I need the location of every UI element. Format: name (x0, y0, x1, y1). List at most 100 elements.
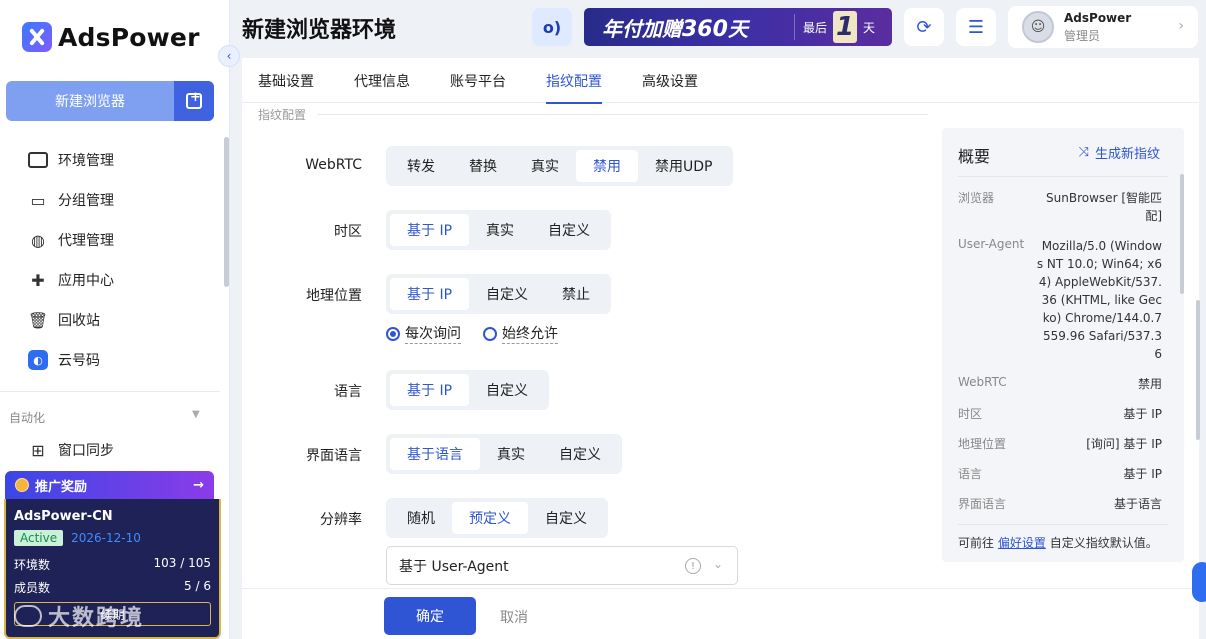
automation-section-label[interactable]: 自动化 (9, 409, 45, 426)
banner-main-num: 360 (682, 16, 728, 42)
info-icon[interactable]: ! (685, 558, 701, 574)
banner-main-prefix: 年付加赠 (602, 16, 682, 41)
geolocation-permission-radios: 每次询问 始终允许 (386, 323, 558, 344)
radio-checked-icon[interactable] (386, 326, 400, 341)
radio-ask-every-time[interactable]: 每次询问 (386, 323, 461, 344)
chevron-down-icon[interactable]: ▼ (192, 409, 200, 420)
sidebar-item-label: 分组管理 (58, 193, 114, 209)
sidebar-item-label: 窗口同步 (58, 443, 114, 459)
expiry-date: 2026-12-10 (71, 531, 141, 545)
sidebar-item-proxy[interactable]: ◍ 代理管理 (0, 220, 220, 260)
language-option-selected[interactable]: 基于 IP (390, 374, 470, 406)
overview-row: 界面语言 基于语言 (958, 495, 1162, 513)
timezone-option-selected[interactable]: 基于 IP (390, 214, 470, 246)
ui-language-option-selected[interactable]: 基于语言 (390, 438, 480, 470)
resolution-select[interactable]: 基于 User-Agent ! ⌄ (386, 546, 738, 585)
sync-refresh-icon[interactable]: ⟳ (904, 8, 944, 46)
tab-basic[interactable]: 基础设置 (258, 58, 314, 103)
webrtc-label: WebRTC (305, 157, 362, 173)
member-count-label: 成员数 (14, 581, 51, 595)
tab-account-platform[interactable]: 账号平台 (450, 58, 506, 103)
overview-key: 地理位置 (958, 437, 1007, 451)
radio-label: 始终允许 (502, 323, 558, 344)
new-browser-label[interactable]: 新建浏览器 (6, 81, 174, 121)
preferences-link[interactable]: 偏好设置 (998, 536, 1046, 550)
ui-language-option[interactable]: 自定义 (542, 438, 618, 470)
tab-proxy[interactable]: 代理信息 (354, 58, 410, 103)
overview-title: 概要 (958, 147, 991, 166)
o-app-icon[interactable]: o) (532, 8, 572, 46)
sidebar-item-sync[interactable]: ⊞ 窗口同步 (28, 438, 114, 462)
sidebar-item-label: 应用中心 (58, 273, 114, 289)
promo-header-banner[interactable]: 年付加赠360天 最后 1 天 (584, 8, 892, 46)
sidebar: AdsPower 新建浏览器 环境管理 ▭ 分组管理 ◍ 代理管理 ✚ 应用中心 🗑 回… (0, 0, 230, 639)
radio-label: 每次询问 (405, 323, 461, 344)
radio-always-allow[interactable]: 始终允许 (483, 323, 558, 344)
new-browser-button[interactable]: 新建浏览器 (6, 81, 214, 121)
geolocation-option[interactable]: 自定义 (469, 278, 545, 310)
app-window: AdsPower 新建浏览器 环境管理 ▭ 分组管理 ◍ 代理管理 ✚ 应用中心 🗑 回… (0, 0, 1206, 639)
ui-language-option[interactable]: 真实 (480, 438, 542, 470)
env-count-label: 环境数 (14, 558, 51, 572)
sidebar-scrollbar[interactable] (224, 137, 229, 287)
timezone-segmented: 基于 IP 真实 自定义 (386, 210, 612, 250)
resolution-segmented: 随机 预定义 自定义 (386, 498, 608, 538)
tab-fingerprint[interactable]: 指纹配置 (546, 58, 602, 104)
sidebar-item-cloud-number[interactable]: ◐ 云号码 (0, 340, 220, 380)
overview-row: 浏览器 SunBrowser [智能匹配] (958, 189, 1162, 225)
resolution-option[interactable]: 自定义 (528, 502, 604, 534)
resolution-label: 分辨率 (320, 512, 362, 528)
tab-bar: 基础设置 代理信息 账号平台 指纹配置 高级设置 (242, 58, 1199, 104)
sync-window-icon: ⊞ (31, 440, 45, 460)
cancel-button[interactable]: 取消 (500, 607, 528, 627)
sidebar-item-group[interactable]: ▭ 分组管理 (0, 180, 220, 220)
collapse-sidebar-icon[interactable]: ‹ (218, 45, 240, 67)
language-segmented: 基于 IP 自定义 (386, 370, 550, 410)
webrtc-option[interactable]: 替换 (452, 150, 514, 182)
webrtc-segmented: 转发 替换 真实 禁用 禁用UDP (386, 146, 734, 186)
radio-unchecked-icon[interactable] (483, 326, 497, 341)
list-menu-icon[interactable]: ☰ (956, 8, 996, 46)
shuffle-icon: ⤨ (1078, 145, 1089, 160)
overview-scrollbar[interactable] (1180, 174, 1184, 294)
webrtc-option[interactable]: 真实 (514, 150, 576, 182)
batch-add-icon[interactable] (174, 81, 214, 121)
cloud-number-icon: ◐ (28, 350, 48, 370)
footnote-suffix: 自定义指纹默认值。 (1049, 536, 1158, 550)
section-label: 指纹配置 (258, 108, 307, 122)
timezone-label: 时区 (334, 224, 362, 240)
puzzle-icon: ✚ (31, 270, 45, 290)
geolocation-option-selected[interactable]: 基于 IP (390, 278, 470, 310)
tab-advanced[interactable]: 高级设置 (642, 58, 698, 103)
language-option[interactable]: 自定义 (469, 374, 545, 406)
promo-banner[interactable]: 推广奖励 → (5, 471, 214, 499)
floating-helper-button[interactable] (1192, 562, 1206, 602)
resolution-option-selected[interactable]: 预定义 (452, 502, 528, 534)
folder-icon: ▭ (30, 190, 46, 210)
overview-value: 基于 IP (1123, 467, 1162, 481)
webrtc-option[interactable]: 禁用UDP (638, 150, 729, 182)
sidebar-item-apps[interactable]: ✚ 应用中心 (0, 260, 220, 300)
sidebar-item-trash[interactable]: 🗑 回收站 (0, 300, 220, 340)
geolocation-option[interactable]: 禁止 (545, 278, 607, 310)
generate-fingerprint-button[interactable]: ⤨ 生成新指纹 (1079, 143, 1160, 162)
chevron-down-icon[interactable]: ⌄ (713, 557, 723, 571)
overview-key: 浏览器 (958, 191, 995, 205)
overview-key: WebRTC (958, 375, 1007, 389)
webrtc-option[interactable]: 转发 (390, 150, 452, 182)
proxy-icon: ◍ (31, 230, 45, 250)
footnote-prefix: 可前往 (958, 536, 995, 550)
sidebar-item-label: 代理管理 (58, 233, 114, 249)
sidebar-item-env[interactable]: 环境管理 (0, 140, 220, 180)
section-divider (318, 114, 928, 115)
user-card[interactable]: ☺ AdsPower 管理员 › (1008, 6, 1198, 48)
promo-label: 推广奖励 (35, 479, 88, 495)
page-scrollbar[interactable] (1196, 300, 1200, 440)
sidebar-divider (0, 391, 220, 392)
confirm-button[interactable]: 确定 (384, 597, 476, 635)
timezone-option[interactable]: 真实 (469, 214, 531, 246)
resolution-option[interactable]: 随机 (390, 502, 452, 534)
webrtc-option-selected[interactable]: 禁用 (576, 150, 638, 182)
adspower-logo-icon (22, 22, 52, 52)
timezone-option[interactable]: 自定义 (531, 214, 607, 246)
